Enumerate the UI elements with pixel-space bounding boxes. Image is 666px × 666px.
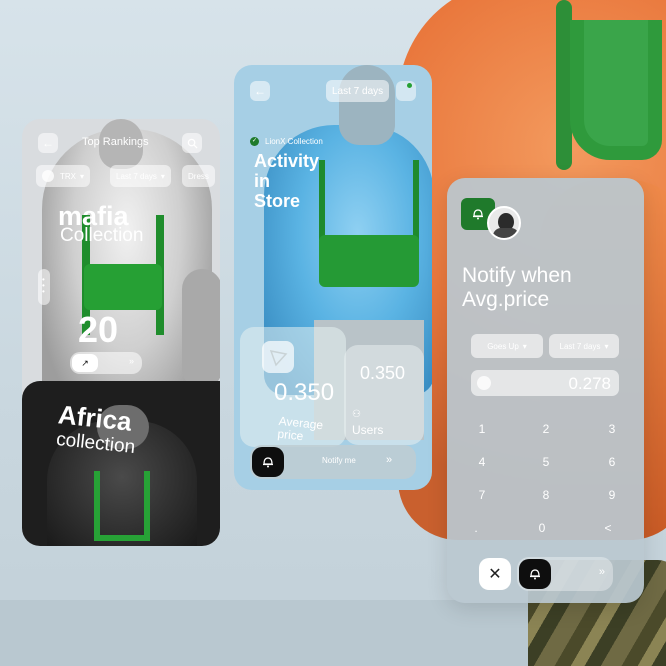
status-dot bbox=[407, 83, 412, 88]
key-5[interactable]: 5 bbox=[531, 455, 561, 469]
tron-icon bbox=[269, 350, 288, 367]
users-label: Users bbox=[352, 423, 384, 437]
filter-chip-range[interactable]: Last 7 days ▾ bbox=[110, 165, 171, 187]
range-select[interactable]: Last 7 days ▾ bbox=[549, 334, 619, 358]
africa-collection-card[interactable]: Africa collection bbox=[22, 381, 220, 546]
average-price-value: 0.350 bbox=[274, 379, 335, 406]
chevron-double-right-icon: » bbox=[386, 454, 393, 466]
key-4[interactable]: 4 bbox=[467, 455, 497, 469]
phone-activity-in-store: ← Last 7 days ✓ LionX Collection Activit… bbox=[234, 65, 432, 490]
key-6[interactable]: 6 bbox=[597, 455, 627, 469]
bell-button[interactable] bbox=[519, 559, 551, 589]
mannequin-sleeve bbox=[182, 269, 220, 389]
headline-line: Activity bbox=[254, 151, 320, 171]
close-button[interactable]: ✕ bbox=[479, 558, 511, 590]
chevron-double-right-icon: » bbox=[598, 566, 605, 578]
mannequin-pouch bbox=[319, 235, 419, 287]
headline: Activity in Store bbox=[254, 151, 319, 211]
price-input[interactable]: 0.278 bbox=[471, 370, 619, 396]
background-figure-pouch bbox=[570, 20, 662, 160]
side-handle[interactable]: • • • bbox=[38, 269, 50, 305]
filter-chip-category[interactable]: Dress bbox=[182, 165, 215, 187]
chevron-double-right-icon: » bbox=[128, 356, 134, 366]
phone-notify-price: Notify when Avg.price Goes Up ▾ Last 7 d… bbox=[447, 178, 644, 603]
back-arrow-icon: ← bbox=[254, 84, 266, 98]
key-1[interactable]: 1 bbox=[467, 422, 497, 436]
chip-label: TRX bbox=[60, 171, 76, 181]
title-line: Avg.price bbox=[462, 288, 550, 311]
close-icon: ✕ bbox=[488, 566, 502, 583]
avatar[interactable] bbox=[487, 206, 521, 240]
range-label: Last 7 days bbox=[332, 85, 384, 97]
africa-mannequin-harness bbox=[94, 471, 150, 541]
confirm-bar[interactable]: » bbox=[517, 557, 613, 591]
back-button[interactable]: ← bbox=[38, 133, 58, 153]
collection-label: Collection bbox=[60, 225, 144, 246]
tron-icon bbox=[42, 170, 54, 182]
notify-me-bar[interactable]: Notify me » bbox=[250, 445, 416, 479]
bell-icon bbox=[473, 209, 483, 220]
notify-me-label: Notify me bbox=[322, 456, 356, 465]
bell-button[interactable] bbox=[252, 447, 284, 477]
page-title: Notify when Avg.price bbox=[462, 264, 572, 312]
tron-icon-tile bbox=[262, 341, 294, 373]
chevron-down-icon: ▾ bbox=[80, 171, 85, 181]
trend-arrow-icon: ↗ bbox=[72, 354, 98, 372]
brand-row: ✓ LionX Collection bbox=[250, 137, 323, 146]
search-button[interactable] bbox=[182, 133, 202, 153]
chevron-down-icon: ▾ bbox=[604, 341, 609, 351]
check-circle-icon: ✓ bbox=[250, 137, 259, 146]
direction-select[interactable]: Goes Up ▾ bbox=[471, 334, 543, 358]
option-label: Last 7 days bbox=[559, 341, 601, 351]
average-price-label: Average price bbox=[277, 414, 324, 446]
filter-chip-currency[interactable]: TRX ▾ bbox=[36, 165, 91, 187]
average-price-card[interactable]: 0.350 Average price bbox=[240, 327, 346, 447]
rank-value: 20 bbox=[78, 309, 119, 350]
range-select[interactable]: Last 7 days bbox=[326, 80, 390, 102]
key-backspace[interactable]: < bbox=[593, 521, 623, 535]
bell-icon bbox=[263, 457, 273, 468]
key-8[interactable]: 8 bbox=[531, 488, 561, 502]
key-0[interactable]: 0 bbox=[527, 521, 557, 535]
chevron-down-icon: ▾ bbox=[160, 171, 165, 181]
chip-label: Last 7 days bbox=[116, 171, 157, 181]
back-button[interactable]: ← bbox=[250, 81, 270, 101]
rank-action-bar[interactable]: ↗ » bbox=[70, 352, 142, 374]
bell-icon bbox=[530, 569, 540, 580]
chip-label: Dress bbox=[188, 171, 209, 181]
title-line: Notify when bbox=[462, 264, 572, 287]
key-dot[interactable]: . bbox=[461, 521, 491, 535]
avatar-body bbox=[493, 228, 519, 238]
headline-line: Store bbox=[254, 191, 301, 211]
mannequin-head bbox=[339, 65, 395, 145]
page-title: Top Rankings bbox=[82, 136, 149, 148]
status-button[interactable] bbox=[396, 81, 416, 101]
phone-top-rankings: ← Top Rankings TRX ▾ Last 7 days ▾ Dress… bbox=[22, 119, 220, 546]
chevron-down-icon: ▾ bbox=[522, 341, 527, 351]
key-9[interactable]: 9 bbox=[597, 488, 627, 502]
mannequin-harness bbox=[319, 160, 419, 240]
option-label: Goes Up bbox=[487, 341, 519, 351]
key-7[interactable]: 7 bbox=[467, 488, 497, 502]
headline-line: in bbox=[254, 171, 270, 191]
brand-label: LionX Collection bbox=[265, 137, 323, 146]
search-icon bbox=[187, 138, 198, 149]
key-2[interactable]: 2 bbox=[531, 422, 561, 436]
mannequin-pouch bbox=[84, 264, 162, 310]
price-value: 0.278 bbox=[568, 374, 611, 393]
back-arrow-icon: ← bbox=[42, 136, 54, 150]
dots-icon: • • • bbox=[42, 275, 45, 296]
key-3[interactable]: 3 bbox=[597, 422, 627, 436]
users-value: 0.350 bbox=[360, 363, 406, 383]
users-icon: ⚇ bbox=[352, 409, 361, 420]
tron-icon bbox=[477, 376, 491, 390]
users-card[interactable]: 0.350 ⚇ Users bbox=[344, 345, 424, 445]
